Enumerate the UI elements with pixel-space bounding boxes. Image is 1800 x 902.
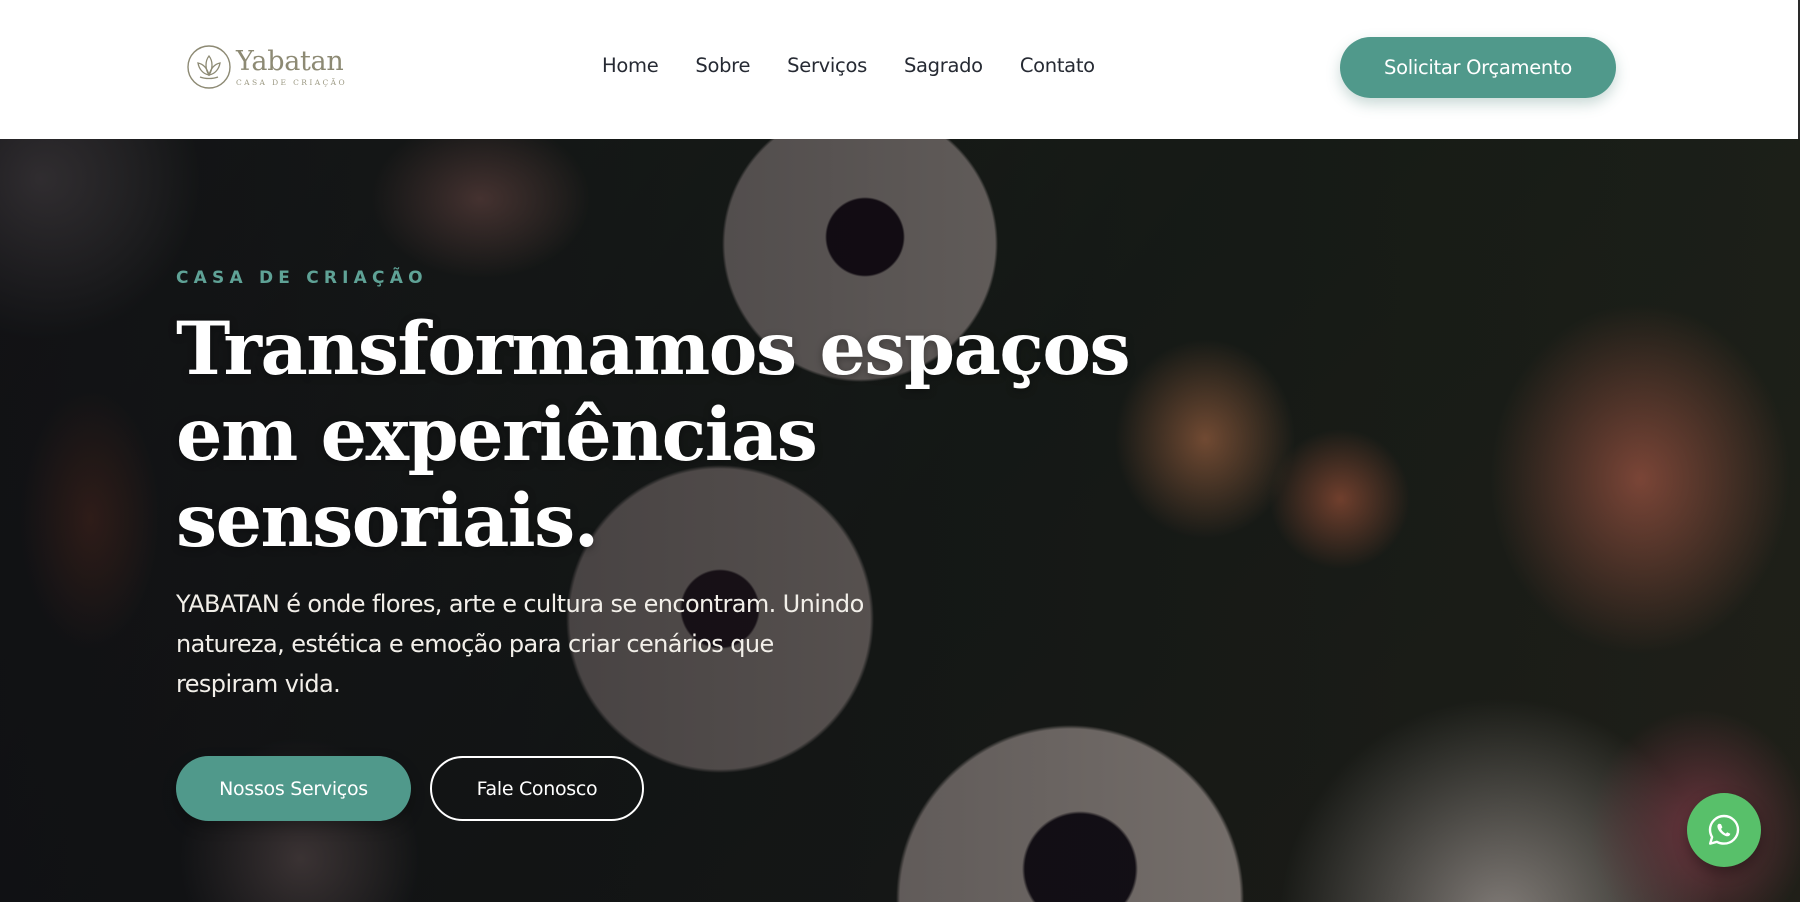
logo-wordmark: Yabatan CASA DE CRIAÇÃO bbox=[236, 48, 347, 87]
hero-eyebrow: CASA DE CRIAÇÃO bbox=[176, 268, 428, 288]
hero-description-line: natureza, estética e emoção para criar c… bbox=[176, 630, 774, 658]
hero-headline-line: em experiências bbox=[176, 392, 818, 478]
hero-actions: Nossos Serviços Fale Conosco bbox=[176, 756, 644, 821]
site-header: Yabatan CASA DE CRIAÇÃO Home Sobre Servi… bbox=[0, 0, 1800, 139]
lotus-logo-icon bbox=[187, 45, 231, 89]
nav-home-link[interactable]: Home bbox=[602, 54, 659, 77]
main-nav: Home Sobre Serviços Sagrado Contato bbox=[602, 54, 1095, 77]
hero-headline-line: sensoriais. bbox=[176, 478, 599, 564]
nav-sagrado-link[interactable]: Sagrado bbox=[904, 54, 983, 77]
nav-sobre-link[interactable]: Sobre bbox=[695, 54, 750, 77]
contact-us-button[interactable]: Fale Conosco bbox=[430, 756, 644, 821]
brand-name: Yabatan bbox=[236, 45, 344, 77]
hero-headline-line: Transformamos espaços bbox=[176, 306, 1131, 392]
whatsapp-icon bbox=[1708, 814, 1740, 845]
hero-description-line: YABATAN é onde flores, arte e cultura se… bbox=[176, 590, 864, 618]
hero-description-line: respiram vida. bbox=[176, 670, 341, 698]
hero-description: YABATAN é onde flores, arte e cultura se… bbox=[176, 584, 1096, 704]
hero-content: CASA DE CRIAÇÃO Transformamos espaços em… bbox=[176, 268, 1131, 704]
request-quote-button[interactable]: Solicitar Orçamento bbox=[1340, 37, 1616, 98]
nav-contato-link[interactable]: Contato bbox=[1020, 54, 1095, 77]
our-services-button[interactable]: Nossos Serviços bbox=[176, 756, 411, 821]
whatsapp-button[interactable] bbox=[1687, 793, 1761, 867]
nav-servicos-link[interactable]: Serviços bbox=[787, 54, 867, 77]
hero-section: CASA DE CRIAÇÃO Transformamos espaços em… bbox=[0, 139, 1800, 902]
brand-tagline: CASA DE CRIAÇÃO bbox=[236, 77, 348, 87]
logo[interactable]: Yabatan CASA DE CRIAÇÃO bbox=[186, 43, 346, 91]
hero-headline: Transformamos espaços em experiências se… bbox=[176, 306, 1131, 564]
